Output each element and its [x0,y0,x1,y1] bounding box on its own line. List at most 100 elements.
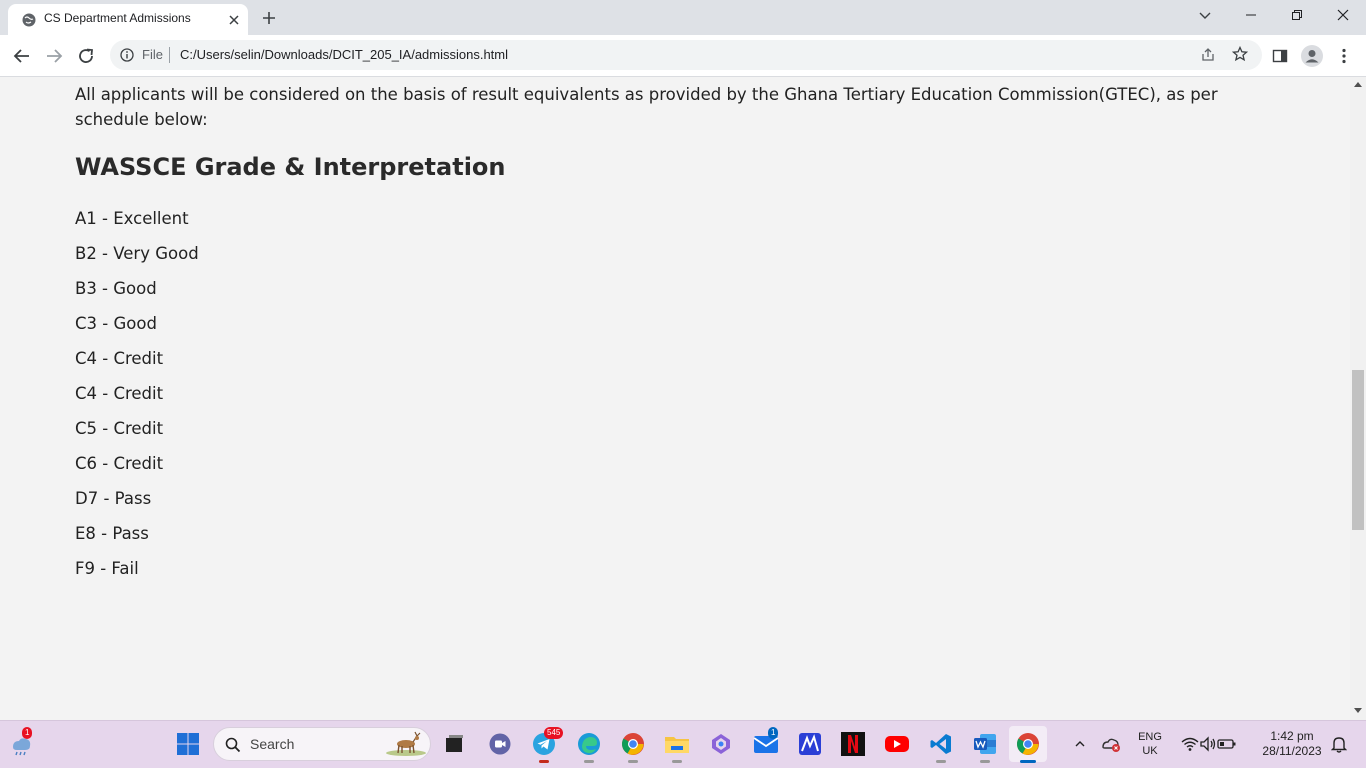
url-separator [169,47,170,63]
vscode-button[interactable] [927,730,955,763]
minimize-button[interactable] [1236,4,1266,26]
back-button[interactable] [10,44,34,68]
open-indicator [980,760,990,763]
mail-button[interactable]: 1 [752,727,780,758]
tab-search-button[interactable] [1190,4,1220,26]
grade-item: C3 - Good [75,314,157,333]
active-indicator [1020,760,1036,763]
grade-item: D7 - Pass [75,489,152,508]
side-panel-button[interactable] [1268,44,1292,68]
close-window-button[interactable] [1328,4,1358,26]
grade-item: A1 - Excellent [75,209,189,228]
youtube-icon [885,736,909,752]
forward-button[interactable] [42,44,66,68]
scroll-down-arrow-icon[interactable] [1354,708,1362,713]
kebab-menu-icon [1342,48,1346,64]
grade-item: B2 - Very Good [75,244,199,263]
windows-taskbar: 1 Search 545 1 ENG UK 1:42 pm 28/11/2023 [0,720,1366,768]
bookmark-star-icon[interactable] [1232,46,1248,62]
quick-settings-button[interactable] [1174,730,1244,758]
tab-title: CS Department Admissions [44,11,191,25]
scroll-up-arrow-icon[interactable] [1354,82,1362,87]
word-button[interactable] [971,730,999,763]
task-view-icon [446,735,463,752]
file-explorer-button[interactable] [663,730,691,763]
new-tab-button[interactable] [258,8,280,28]
battery-icon [1217,739,1236,749]
telegram-button[interactable]: 545 [530,727,564,763]
onedrive-button[interactable] [1097,730,1125,758]
input-language-indicator[interactable]: ENG UK [1133,730,1167,758]
grade-item: C6 - Credit [75,454,164,473]
page-scrollbar[interactable] [1350,77,1366,720]
notification-bell-icon [1331,737,1347,753]
restore-icon [1292,10,1302,20]
language-label: ENG [1138,731,1162,743]
globe-icon [22,13,36,27]
copilot-button[interactable] [707,730,735,758]
widgets-button[interactable]: 1 [8,727,36,758]
grade-item: E8 - Pass [75,524,149,543]
chevron-up-icon [1075,741,1085,747]
youtube-button[interactable] [883,730,911,758]
chrome-button-active[interactable] [1009,726,1047,763]
browser-tab[interactable]: CS Department Admissions [8,4,248,35]
edge-button[interactable] [575,730,603,763]
tab-strip: CS Department Admissions [0,0,1366,35]
clock-time: 1:42 pm [1270,729,1314,743]
profile-button[interactable] [1300,44,1324,68]
notifications-button[interactable] [1330,730,1348,758]
admissions-intro-text: All applicants will be considered on the… [75,85,1218,129]
search-icon [225,737,241,753]
arrow-left-icon [13,49,29,63]
show-hidden-icons-button[interactable] [1066,730,1094,758]
chevron-down-icon [1199,12,1211,19]
active-indicator [539,760,549,763]
teams-chat-button[interactable] [486,730,514,758]
region-label: UK [1142,745,1158,757]
telegram-badge: 545 [544,727,564,739]
netflix-button[interactable] [839,730,867,758]
side-panel-icon [1272,49,1288,63]
share-icon[interactable] [1200,47,1216,63]
search-placeholder: Search [250,736,295,752]
clock-date: 28/11/2023 [1262,744,1322,758]
browser-toolbar: File C:/Users/selin/Downloads/DCIT_205_I… [0,35,1366,77]
chrome-button-1[interactable] [619,730,647,763]
reload-icon [79,48,93,63]
windows-start-icon [177,733,199,755]
open-indicator [628,760,638,763]
grade-item: C4 - Credit [75,384,164,403]
m-app-icon [799,733,821,755]
open-indicator [584,760,594,763]
start-button[interactable] [174,730,202,758]
clock[interactable]: 1:42 pm 28/11/2023 [1254,729,1330,759]
open-indicator [672,760,682,763]
taskbar-search-box[interactable]: Search [213,727,431,761]
copilot-icon [712,734,730,754]
word-icon [974,734,996,754]
app-button-m[interactable] [796,730,824,758]
task-view-button[interactable] [440,730,468,758]
url-text[interactable]: C:/Users/selin/Downloads/DCIT_205_IA/adm… [180,47,508,62]
url-scheme-label: File [142,47,163,62]
cloud-error-icon [1102,738,1120,752]
scrollbar-thumb[interactable] [1352,370,1364,530]
restore-button[interactable] [1282,4,1312,26]
arrow-right-icon [47,49,63,63]
netflix-icon [841,732,865,756]
grade-heading: WASSCE Grade & Interpretation [75,153,506,181]
reload-button[interactable] [74,44,98,68]
avatar-icon [1301,45,1323,67]
folder-icon [665,737,689,753]
info-icon[interactable] [120,48,134,62]
vscode-icon [930,734,951,754]
open-indicator [936,760,946,763]
grade-list: A1 - Excellent B2 - Very Good B3 - Good … [75,208,199,593]
address-bar[interactable]: File C:/Users/selin/Downloads/DCIT_205_I… [110,40,1262,70]
browser-menu-button[interactable] [1332,44,1356,68]
video-chat-icon [489,733,511,755]
volume-icon [1200,736,1216,752]
chrome-icon [1017,733,1039,755]
close-tab-icon[interactable] [226,12,242,28]
